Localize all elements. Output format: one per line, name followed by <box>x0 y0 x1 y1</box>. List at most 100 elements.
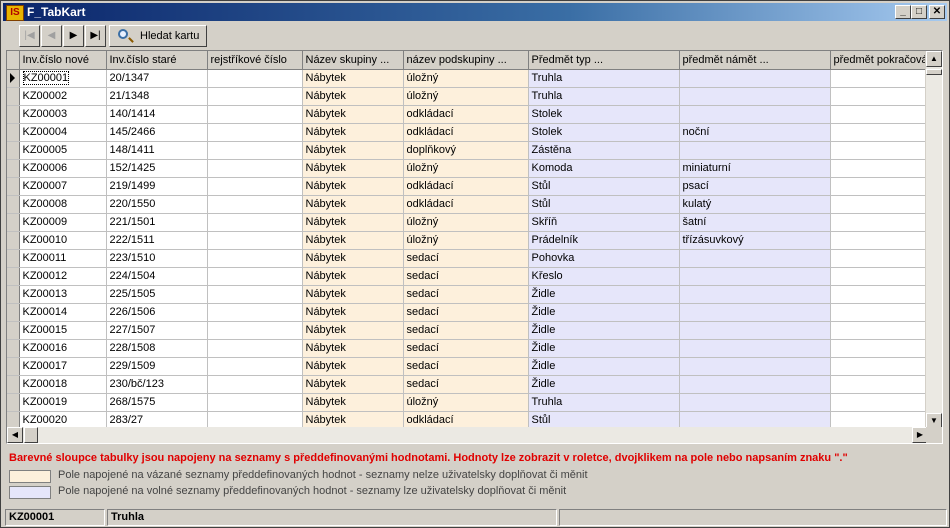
table-cell[interactable]: úložný <box>403 231 529 250</box>
table-cell[interactable] <box>207 375 303 394</box>
table-cell[interactable]: Nábytek <box>302 105 404 124</box>
column-header[interactable]: Inv.číslo nové <box>19 51 107 70</box>
row-indicator[interactable] <box>7 303 20 322</box>
table-cell[interactable]: KZ00005 <box>19 141 107 160</box>
row-indicator[interactable] <box>7 393 20 412</box>
table-cell[interactable]: Židle <box>528 357 680 376</box>
table-cell[interactable] <box>679 267 831 286</box>
prev-record-button[interactable]: ◀ <box>41 25 62 47</box>
table-cell[interactable]: KZ00017 <box>19 357 107 376</box>
table-cell[interactable]: Truhla <box>528 87 680 106</box>
table-cell[interactable] <box>679 303 831 322</box>
current-row-icon[interactable] <box>7 69 20 88</box>
table-cell[interactable]: doplňkový <box>403 141 529 160</box>
table-cell[interactable] <box>207 123 303 142</box>
table-cell[interactable] <box>207 231 303 250</box>
table-row[interactable]: KZ00006 152/1425 Nábytek úložný Komoda miniat… <box>7 159 941 178</box>
table-cell[interactable] <box>830 123 941 142</box>
table-cell[interactable]: 226/1506 <box>106 303 208 322</box>
table-cell[interactable]: odkládací <box>403 105 529 124</box>
table-cell[interactable] <box>207 339 303 358</box>
table-row[interactable]: KZ00014 226/1506 Nábytek sedací Židle <box>7 303 941 322</box>
table-cell[interactable]: Nábytek <box>302 285 404 304</box>
table-row[interactable]: KZ00012 224/1504 Nábytek sedací Křeslo <box>7 267 941 286</box>
table-cell[interactable] <box>207 393 303 412</box>
table-cell[interactable]: 228/1508 <box>106 339 208 358</box>
table-cell[interactable]: Židle <box>528 339 680 358</box>
table-cell[interactable] <box>207 267 303 286</box>
table-cell[interactable]: Truhla <box>528 69 680 88</box>
table-cell[interactable]: kulatý <box>679 195 831 214</box>
table-row[interactable]: KZ00019 268/1575 Nábytek úložný Truhla <box>7 393 941 412</box>
table-cell[interactable]: Židle <box>528 375 680 394</box>
row-indicator[interactable] <box>7 177 20 196</box>
column-header[interactable]: Název skupiny ... <box>302 51 404 70</box>
table-cell[interactable]: noční <box>679 123 831 142</box>
table-cell[interactable]: Nábytek <box>302 195 404 214</box>
hscroll-thumb[interactable] <box>24 427 38 443</box>
table-row[interactable]: KZ00001 20/1347 Nábytek úložný Truhla <box>7 69 941 88</box>
table-cell[interactable]: Stolek <box>528 105 680 124</box>
row-indicator[interactable] <box>7 141 20 160</box>
table-cell[interactable]: KZ00008 <box>19 195 107 214</box>
column-header[interactable]: Předmět typ ... <box>528 51 680 70</box>
table-cell[interactable]: 152/1425 <box>106 159 208 178</box>
table-cell[interactable] <box>207 105 303 124</box>
table-cell[interactable] <box>830 285 941 304</box>
table-cell[interactable]: 223/1510 <box>106 249 208 268</box>
table-cell[interactable] <box>830 231 941 250</box>
table-cell[interactable]: KZ00012 <box>19 267 107 286</box>
table-cell[interactable]: KZ00014 <box>19 303 107 322</box>
table-cell[interactable]: Křeslo <box>528 267 680 286</box>
table-cell[interactable]: 140/1414 <box>106 105 208 124</box>
table-cell[interactable] <box>207 177 303 196</box>
maximize-button[interactable]: □ <box>911 5 927 19</box>
table-cell[interactable]: Nábytek <box>302 357 404 376</box>
table-cell[interactable]: Židle <box>528 321 680 340</box>
column-header[interactable]: předmět pokračování <box>830 51 941 70</box>
table-cell[interactable]: odkládací <box>403 195 529 214</box>
table-cell[interactable]: 230/bč/123 <box>106 375 208 394</box>
data-grid[interactable]: Inv.číslo nové Inv.číslo staré rejstříkové… <box>6 50 943 444</box>
title-bar[interactable]: IS F_TabKart _ □ ✕ <box>3 3 947 21</box>
table-row[interactable]: KZ00011 223/1510 Nábytek sedací Pohovka <box>7 249 941 268</box>
table-cell[interactable] <box>207 357 303 376</box>
table-cell[interactable]: 145/2466 <box>106 123 208 142</box>
table-cell[interactable] <box>679 357 831 376</box>
table-cell[interactable]: KZ00011 <box>19 249 107 268</box>
table-cell[interactable]: Židle <box>528 285 680 304</box>
table-cell[interactable]: úložný <box>403 87 529 106</box>
table-cell[interactable] <box>207 69 303 88</box>
table-row[interactable]: KZ00003 140/1414 Nábytek odkládací Stolek <box>7 105 941 124</box>
table-cell[interactable] <box>830 69 941 88</box>
scroll-up-icon[interactable]: ▲ <box>926 51 942 67</box>
row-indicator[interactable] <box>7 87 20 106</box>
table-cell[interactable] <box>207 159 303 178</box>
table-cell[interactable]: sedací <box>403 339 529 358</box>
table-cell[interactable] <box>207 87 303 106</box>
table-cell[interactable]: odkládací <box>403 177 529 196</box>
first-record-button[interactable]: |◀ <box>19 25 40 47</box>
table-cell[interactable]: Nábytek <box>302 87 404 106</box>
table-cell[interactable] <box>207 141 303 160</box>
table-cell[interactable]: KZ00003 <box>19 105 107 124</box>
table-cell[interactable] <box>207 249 303 268</box>
table-cell[interactable]: 222/1511 <box>106 231 208 250</box>
table-cell[interactable]: KZ00002 <box>19 87 107 106</box>
table-cell[interactable]: Zástěna <box>528 141 680 160</box>
table-cell[interactable]: Stůl <box>528 195 680 214</box>
table-row[interactable]: KZ00010 222/1511 Nábytek úložný Prádelník tří… <box>7 231 941 250</box>
table-cell[interactable]: 227/1507 <box>106 321 208 340</box>
table-cell[interactable] <box>679 339 831 358</box>
table-cell[interactable]: sedací <box>403 303 529 322</box>
table-cell[interactable] <box>830 393 941 412</box>
table-row[interactable]: KZ00018 230/bč/123 Nábytek sedací Židle <box>7 375 941 394</box>
table-cell[interactable] <box>830 321 941 340</box>
table-cell[interactable]: sedací <box>403 249 529 268</box>
table-cell[interactable]: 21/1348 <box>106 87 208 106</box>
minimize-button[interactable]: _ <box>895 5 911 19</box>
table-cell[interactable]: 219/1499 <box>106 177 208 196</box>
table-cell[interactable]: 148/1411 <box>106 141 208 160</box>
table-cell[interactable]: šatní <box>679 213 831 232</box>
table-row[interactable]: KZ00004 145/2466 Nábytek odkládací Stolek noč… <box>7 123 941 142</box>
